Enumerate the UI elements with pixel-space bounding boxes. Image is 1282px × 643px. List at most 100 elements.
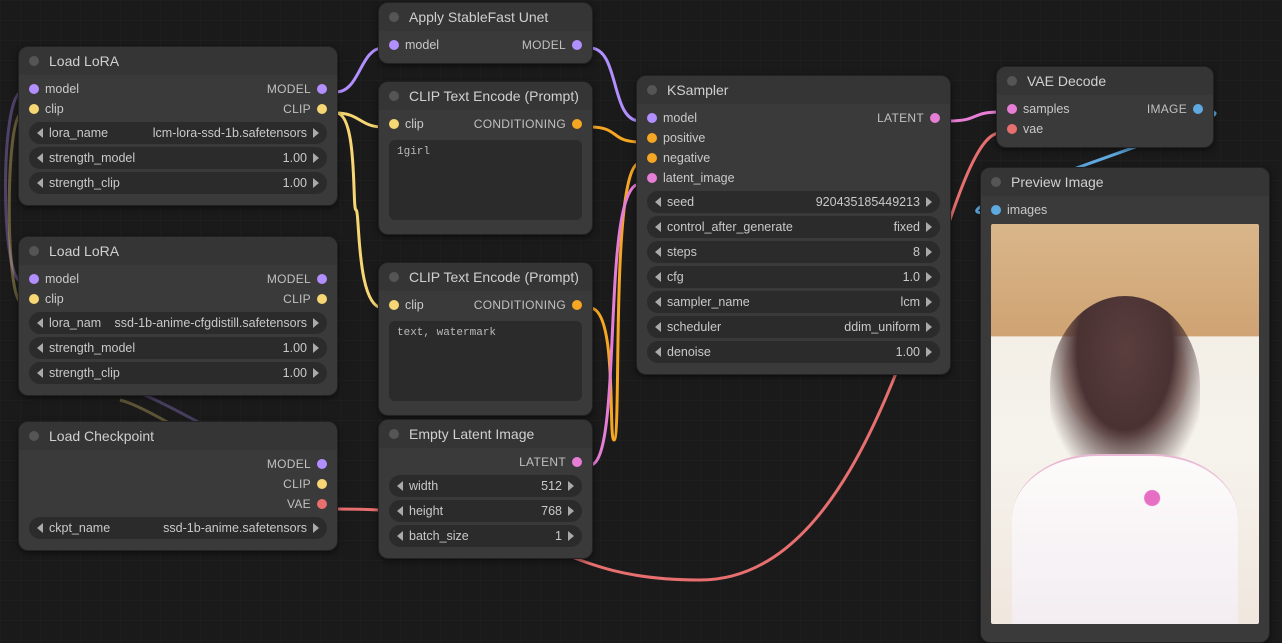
chevron-right-icon[interactable] bbox=[568, 506, 574, 516]
node-empty-latent[interactable]: Empty Latent Image LATENT width512 heigh… bbox=[378, 419, 593, 559]
chevron-left-icon[interactable] bbox=[37, 318, 43, 328]
port-positive-in[interactable] bbox=[647, 133, 657, 143]
port-model-in[interactable] bbox=[29, 274, 39, 284]
port-latent-out[interactable] bbox=[572, 457, 582, 467]
chevron-right-icon[interactable] bbox=[568, 481, 574, 491]
port-model-in[interactable] bbox=[647, 113, 657, 123]
chevron-right-icon[interactable] bbox=[568, 531, 574, 541]
node-header[interactable]: Preview Image bbox=[981, 168, 1269, 196]
node-header[interactable]: Empty Latent Image bbox=[379, 420, 592, 448]
collapse-dot-icon[interactable] bbox=[29, 246, 39, 256]
collapse-dot-icon[interactable] bbox=[389, 12, 399, 22]
port-clip-out[interactable] bbox=[317, 104, 327, 114]
chevron-right-icon[interactable] bbox=[313, 178, 319, 188]
chevron-left-icon[interactable] bbox=[655, 247, 661, 257]
port-model-in[interactable] bbox=[389, 40, 399, 50]
widget-steps[interactable]: steps8 bbox=[647, 241, 940, 263]
chevron-left-icon[interactable] bbox=[397, 481, 403, 491]
node-header[interactable]: Load LoRA bbox=[19, 47, 337, 75]
chevron-left-icon[interactable] bbox=[655, 272, 661, 282]
chevron-left-icon[interactable] bbox=[655, 197, 661, 207]
collapse-dot-icon[interactable] bbox=[1007, 76, 1017, 86]
chevron-left-icon[interactable] bbox=[37, 178, 43, 188]
widget-lora-name[interactable]: lora_name lcm-lora-ssd-1b.safetensors bbox=[29, 122, 327, 144]
collapse-dot-icon[interactable] bbox=[647, 85, 657, 95]
node-header[interactable]: KSampler bbox=[637, 76, 950, 104]
chevron-left-icon[interactable] bbox=[37, 368, 43, 378]
collapse-dot-icon[interactable] bbox=[389, 272, 399, 282]
chevron-right-icon[interactable] bbox=[926, 297, 932, 307]
port-model-out[interactable] bbox=[572, 40, 582, 50]
port-images-in[interactable] bbox=[991, 205, 1001, 215]
port-clip-out[interactable] bbox=[317, 294, 327, 304]
node-clip-text-negative[interactable]: CLIP Text Encode (Prompt) clip CONDITION… bbox=[378, 262, 593, 416]
node-load-lora-2[interactable]: Load LoRA model MODEL clip CLIP lora_nam… bbox=[18, 236, 338, 396]
widget-cfg[interactable]: cfg1.0 bbox=[647, 266, 940, 288]
chevron-left-icon[interactable] bbox=[37, 523, 43, 533]
chevron-left-icon[interactable] bbox=[655, 322, 661, 332]
port-vae-in[interactable] bbox=[1007, 124, 1017, 134]
collapse-dot-icon[interactable] bbox=[29, 56, 39, 66]
port-clip-in[interactable] bbox=[389, 119, 399, 129]
port-model-out[interactable] bbox=[317, 274, 327, 284]
widget-ckpt-name[interactable]: ckpt_name ssd-1b-anime.safetensors bbox=[29, 517, 327, 539]
widget-strength-clip[interactable]: strength_clip 1.00 bbox=[29, 362, 327, 384]
widget-scheduler[interactable]: schedulerddim_uniform bbox=[647, 316, 940, 338]
port-clip-out[interactable] bbox=[317, 479, 327, 489]
node-header[interactable]: Load Checkpoint bbox=[19, 422, 337, 450]
node-clip-text-positive[interactable]: CLIP Text Encode (Prompt) clip CONDITION… bbox=[378, 81, 593, 235]
collapse-dot-icon[interactable] bbox=[389, 91, 399, 101]
collapse-dot-icon[interactable] bbox=[389, 429, 399, 439]
port-clip-in[interactable] bbox=[389, 300, 399, 310]
widget-denoise[interactable]: denoise1.00 bbox=[647, 341, 940, 363]
node-header[interactable]: Apply StableFast Unet bbox=[379, 3, 592, 31]
node-ksampler[interactable]: KSampler model LATENT positive negative … bbox=[636, 75, 951, 375]
port-model-out[interactable] bbox=[317, 459, 327, 469]
chevron-right-icon[interactable] bbox=[313, 368, 319, 378]
chevron-right-icon[interactable] bbox=[313, 153, 319, 163]
port-negative-in[interactable] bbox=[647, 153, 657, 163]
chevron-right-icon[interactable] bbox=[926, 272, 932, 282]
collapse-dot-icon[interactable] bbox=[991, 177, 1001, 187]
node-load-lora-1[interactable]: Load LoRA model MODEL clip CLIP lora_nam… bbox=[18, 46, 338, 206]
chevron-right-icon[interactable] bbox=[313, 523, 319, 533]
node-header[interactable]: VAE Decode bbox=[997, 67, 1213, 95]
prompt-text-input[interactable]: 1girl bbox=[389, 140, 582, 220]
widget-sampler-name[interactable]: sampler_namelcm bbox=[647, 291, 940, 313]
chevron-left-icon[interactable] bbox=[37, 343, 43, 353]
widget-strength-model[interactable]: strength_model 1.00 bbox=[29, 337, 327, 359]
chevron-left-icon[interactable] bbox=[37, 128, 43, 138]
chevron-left-icon[interactable] bbox=[397, 531, 403, 541]
widget-batch-size[interactable]: batch_size1 bbox=[389, 525, 582, 547]
port-conditioning-out[interactable] bbox=[572, 119, 582, 129]
node-stablefast-unet[interactable]: Apply StableFast Unet model MODEL bbox=[378, 2, 593, 64]
chevron-left-icon[interactable] bbox=[397, 506, 403, 516]
chevron-left-icon[interactable] bbox=[655, 222, 661, 232]
widget-lora-name[interactable]: lora_nam ssd-1b-anime-cfgdistill.safeten… bbox=[29, 312, 327, 334]
chevron-right-icon[interactable] bbox=[313, 318, 319, 328]
port-model-in[interactable] bbox=[29, 84, 39, 94]
chevron-left-icon[interactable] bbox=[37, 153, 43, 163]
chevron-right-icon[interactable] bbox=[926, 322, 932, 332]
widget-seed[interactable]: seed920435185449213 bbox=[647, 191, 940, 213]
node-load-checkpoint[interactable]: Load Checkpoint MODEL CLIP VAE ckpt_name… bbox=[18, 421, 338, 551]
chevron-right-icon[interactable] bbox=[926, 347, 932, 357]
chevron-left-icon[interactable] bbox=[655, 347, 661, 357]
chevron-right-icon[interactable] bbox=[926, 247, 932, 257]
port-image-out[interactable] bbox=[1193, 104, 1203, 114]
widget-control-after-generate[interactable]: control_after_generatefixed bbox=[647, 216, 940, 238]
widget-height[interactable]: height768 bbox=[389, 500, 582, 522]
prompt-text-input[interactable]: text, watermark bbox=[389, 321, 582, 401]
node-header[interactable]: CLIP Text Encode (Prompt) bbox=[379, 82, 592, 110]
chevron-right-icon[interactable] bbox=[313, 343, 319, 353]
port-clip-in[interactable] bbox=[29, 294, 39, 304]
chevron-right-icon[interactable] bbox=[313, 128, 319, 138]
port-latent-out[interactable] bbox=[930, 113, 940, 123]
node-header[interactable]: CLIP Text Encode (Prompt) bbox=[379, 263, 592, 291]
node-header[interactable]: Load LoRA bbox=[19, 237, 337, 265]
chevron-left-icon[interactable] bbox=[655, 297, 661, 307]
port-latent-in[interactable] bbox=[647, 173, 657, 183]
node-preview-image[interactable]: Preview Image images bbox=[980, 167, 1270, 643]
port-conditioning-out[interactable] bbox=[572, 300, 582, 310]
port-model-out[interactable] bbox=[317, 84, 327, 94]
